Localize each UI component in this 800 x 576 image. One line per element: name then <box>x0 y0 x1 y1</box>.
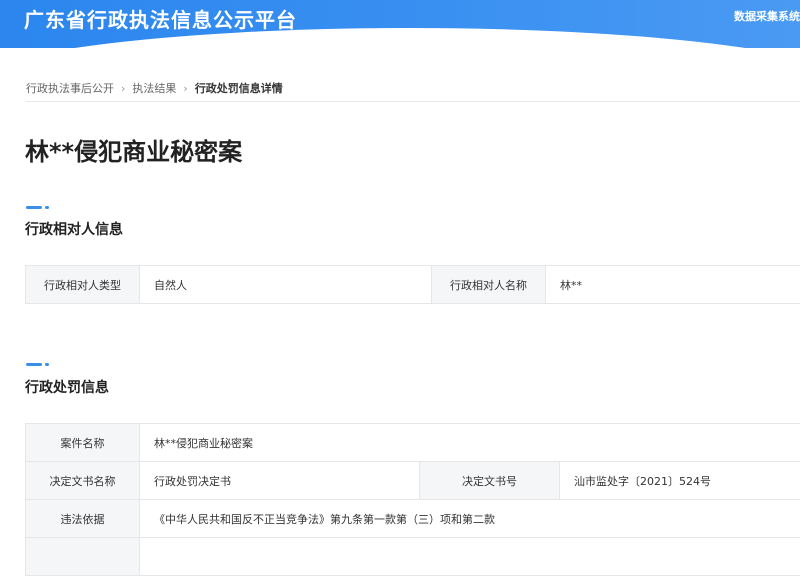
breadcrumb-item-results[interactable]: 执法结果 <box>132 80 176 96</box>
chevron-right-icon: › <box>121 82 125 95</box>
breadcrumb-divider <box>26 101 800 102</box>
table-row: 行政相对人类型 自然人 行政相对人名称 林** <box>26 266 800 304</box>
penalty-section-title: 行政处罚信息 <box>25 377 109 397</box>
party-info-table: 行政相对人类型 自然人 行政相对人名称 林** <box>25 265 800 304</box>
legal-basis-label: 违法依据 <box>26 500 140 538</box>
doc-name-label: 决定文书名称 <box>26 462 140 500</box>
site-title[interactable]: 广东省行政执法信息公示平台 <box>24 4 297 33</box>
party-type-label: 行政相对人类型 <box>26 266 140 304</box>
party-section-title: 行政相对人信息 <box>25 219 123 239</box>
penalty-info-table: 案件名称 林**侵犯商业秘密案 决定文书名称 行政处罚决定书 决定文书号 汕市监… <box>25 423 800 576</box>
table-row <box>26 538 800 576</box>
chevron-right-icon: › <box>183 82 187 95</box>
page-title: 林**侵犯商业秘密案 <box>25 132 242 167</box>
section-marker-icon <box>26 363 50 366</box>
table-row: 决定文书名称 行政处罚决定书 决定文书号 汕市监处字〔2021〕524号 <box>26 462 800 500</box>
legal-basis-value: 《中华人民共和国反不正当竞争法》第九条第一款第（三）项和第二款 <box>140 500 800 538</box>
table-row: 违法依据 《中华人民共和国反不正当竞争法》第九条第一款第（三）项和第二款 <box>26 500 800 538</box>
breadcrumb-item-current: 行政处罚信息详情 <box>195 80 283 96</box>
party-name-label: 行政相对人名称 <box>432 266 546 304</box>
breadcrumb: 行政执法事后公开 › 执法结果 › 行政处罚信息详情 <box>26 80 283 96</box>
section-marker-icon <box>26 206 50 209</box>
case-name-label: 案件名称 <box>26 424 140 462</box>
table-row: 案件名称 林**侵犯商业秘密案 <box>26 424 800 462</box>
doc-name-value: 行政处罚决定书 <box>140 462 420 500</box>
data-collection-link[interactable]: 数据采集系统 <box>734 8 800 24</box>
doc-number-value: 汕市监处字〔2021〕524号 <box>560 462 800 500</box>
case-name-value: 林**侵犯商业秘密案 <box>140 424 800 462</box>
party-name-value: 林** <box>546 266 800 304</box>
site-header: 广东省行政执法信息公示平台 数据采集系统 <box>0 0 800 48</box>
breadcrumb-item-public[interactable]: 行政执法事后公开 <box>26 80 114 96</box>
next-row-label <box>26 538 140 576</box>
next-row-value <box>140 538 800 576</box>
doc-number-label: 决定文书号 <box>420 462 560 500</box>
party-type-value: 自然人 <box>140 266 432 304</box>
